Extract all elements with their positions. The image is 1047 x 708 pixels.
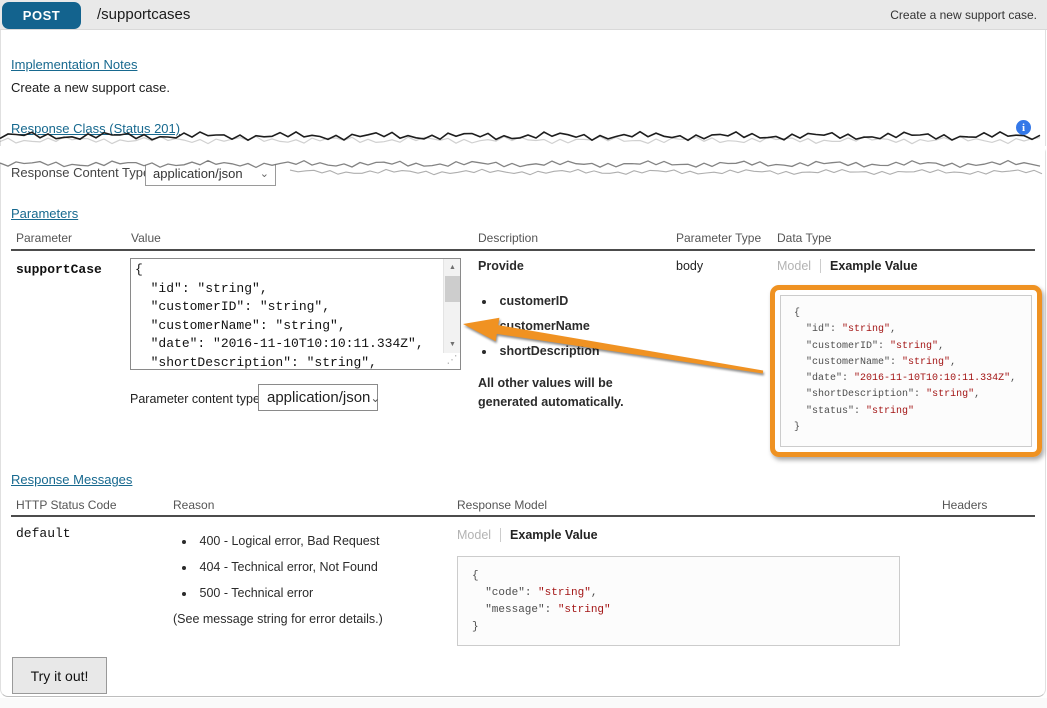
parameters-link[interactable]: Parameters <box>11 206 78 221</box>
tab-example-value[interactable]: Example Value <box>510 528 598 542</box>
table-header-rule <box>11 249 1035 251</box>
status-code-value: default <box>16 526 71 541</box>
json-line: "id": "string", <box>794 322 1031 338</box>
scrollbar[interactable]: ▲ ▼ <box>443 259 460 353</box>
parameter-name: supportCase <box>16 262 102 277</box>
response-content-type-select[interactable]: application/json ⌄ <box>145 161 276 186</box>
description-intro: Provide <box>478 259 524 273</box>
implementation-notes-link[interactable]: Implementation Notes <box>11 57 137 72</box>
info-icon: i <box>1016 120 1031 135</box>
json-line: "customerName": "string", <box>794 355 1031 371</box>
response-model-tabs: Model Example Value <box>457 528 598 542</box>
json-line: "message": "string" <box>472 602 899 619</box>
reason-note: (See message string for error details.) <box>173 612 383 626</box>
json-line: { <box>472 568 899 585</box>
list-item: 400 - Logical error, Bad Request <box>182 534 379 548</box>
json-line: "status": "string" <box>794 404 1031 420</box>
json-line: } <box>472 619 899 636</box>
tab-model[interactable]: Model <box>777 259 811 273</box>
column-header-reason: Reason <box>173 498 214 512</box>
scrollbar-up-icon[interactable]: ▲ <box>444 260 461 275</box>
data-type-tabs: Model Example Value <box>777 259 918 273</box>
column-header-http-status-code: HTTP Status Code <box>16 498 117 512</box>
column-header-description: Description <box>478 231 538 245</box>
response-content-type-label: Response Content Type <box>11 165 150 180</box>
endpoint-path[interactable]: /supportcases <box>97 6 190 23</box>
post-method-badge[interactable]: POST <box>2 2 81 29</box>
swagger-operation-panel: POST /supportcases Create a new support … <box>0 0 1047 708</box>
response-model-json-box: { "code": "string", "message": "string"} <box>457 556 900 646</box>
parameter-value-textarea[interactable] <box>131 259 444 369</box>
response-content-type-value: application/json <box>153 166 243 181</box>
list-item: shortDescription <box>482 344 600 358</box>
operation-header[interactable]: POST /supportcases Create a new support … <box>0 0 1047 30</box>
json-line: "date": "2016-11-10T10:10:11.334Z", <box>794 371 1031 387</box>
tab-example-value[interactable]: Example Value <box>830 259 918 273</box>
scrollbar-down-icon[interactable]: ▼ <box>444 337 461 352</box>
json-line: { <box>794 306 1031 322</box>
parameter-content-type-value: application/json <box>267 389 370 406</box>
parameter-content-type-label: Parameter content type: <box>130 392 263 406</box>
example-value-json-box: { "id": "string", "customerID": "string"… <box>780 295 1032 447</box>
json-line: } <box>794 420 1031 436</box>
column-header-value: Value <box>131 231 161 245</box>
description-field-list: customerID customerName shortDescription <box>482 294 600 369</box>
endpoint-summary: Create a new support case. <box>890 8 1037 22</box>
list-item: 500 - Technical error <box>182 586 379 600</box>
chevron-down-icon: ⌄ <box>260 167 269 180</box>
parameter-type-value: body <box>676 259 703 273</box>
json-line: "shortDescription": "string", <box>794 387 1031 403</box>
tab-divider <box>500 528 501 542</box>
try-it-out-button[interactable]: Try it out! <box>12 657 107 694</box>
scrollbar-thumb[interactable] <box>445 276 460 302</box>
column-header-parameter-type: Parameter Type <box>676 231 761 245</box>
column-header-response-model: Response Model <box>457 498 547 512</box>
parameter-value-editor[interactable]: ▲ ▼ ⋰ <box>130 258 461 370</box>
json-line: "customerID": "string", <box>794 339 1031 355</box>
parameter-content-type-select[interactable]: application/json ⌄ <box>258 384 378 411</box>
tab-divider <box>820 259 821 273</box>
chevron-down-icon: ⌄ <box>370 391 380 405</box>
column-header-parameter: Parameter <box>16 231 72 245</box>
table-header-rule <box>11 515 1035 517</box>
description-note: All other values will be generated autom… <box>478 374 663 413</box>
list-item: customerID <box>482 294 600 308</box>
response-class-link[interactable]: Response Class (Status 201) <box>11 121 180 136</box>
implementation-notes-text: Create a new support case. <box>11 80 170 95</box>
response-messages-link[interactable]: Response Messages <box>11 472 132 487</box>
reason-list: 400 - Logical error, Bad Request 404 - T… <box>182 534 379 612</box>
column-header-headers: Headers <box>942 498 987 512</box>
column-header-data-type: Data Type <box>777 231 831 245</box>
resize-grip-icon[interactable]: ⋰ <box>444 353 460 369</box>
list-item: customerName <box>482 319 600 333</box>
json-line: "code": "string", <box>472 585 899 602</box>
page-background <box>0 698 1047 708</box>
tab-model[interactable]: Model <box>457 528 491 542</box>
list-item: 404 - Technical error, Not Found <box>182 560 379 574</box>
